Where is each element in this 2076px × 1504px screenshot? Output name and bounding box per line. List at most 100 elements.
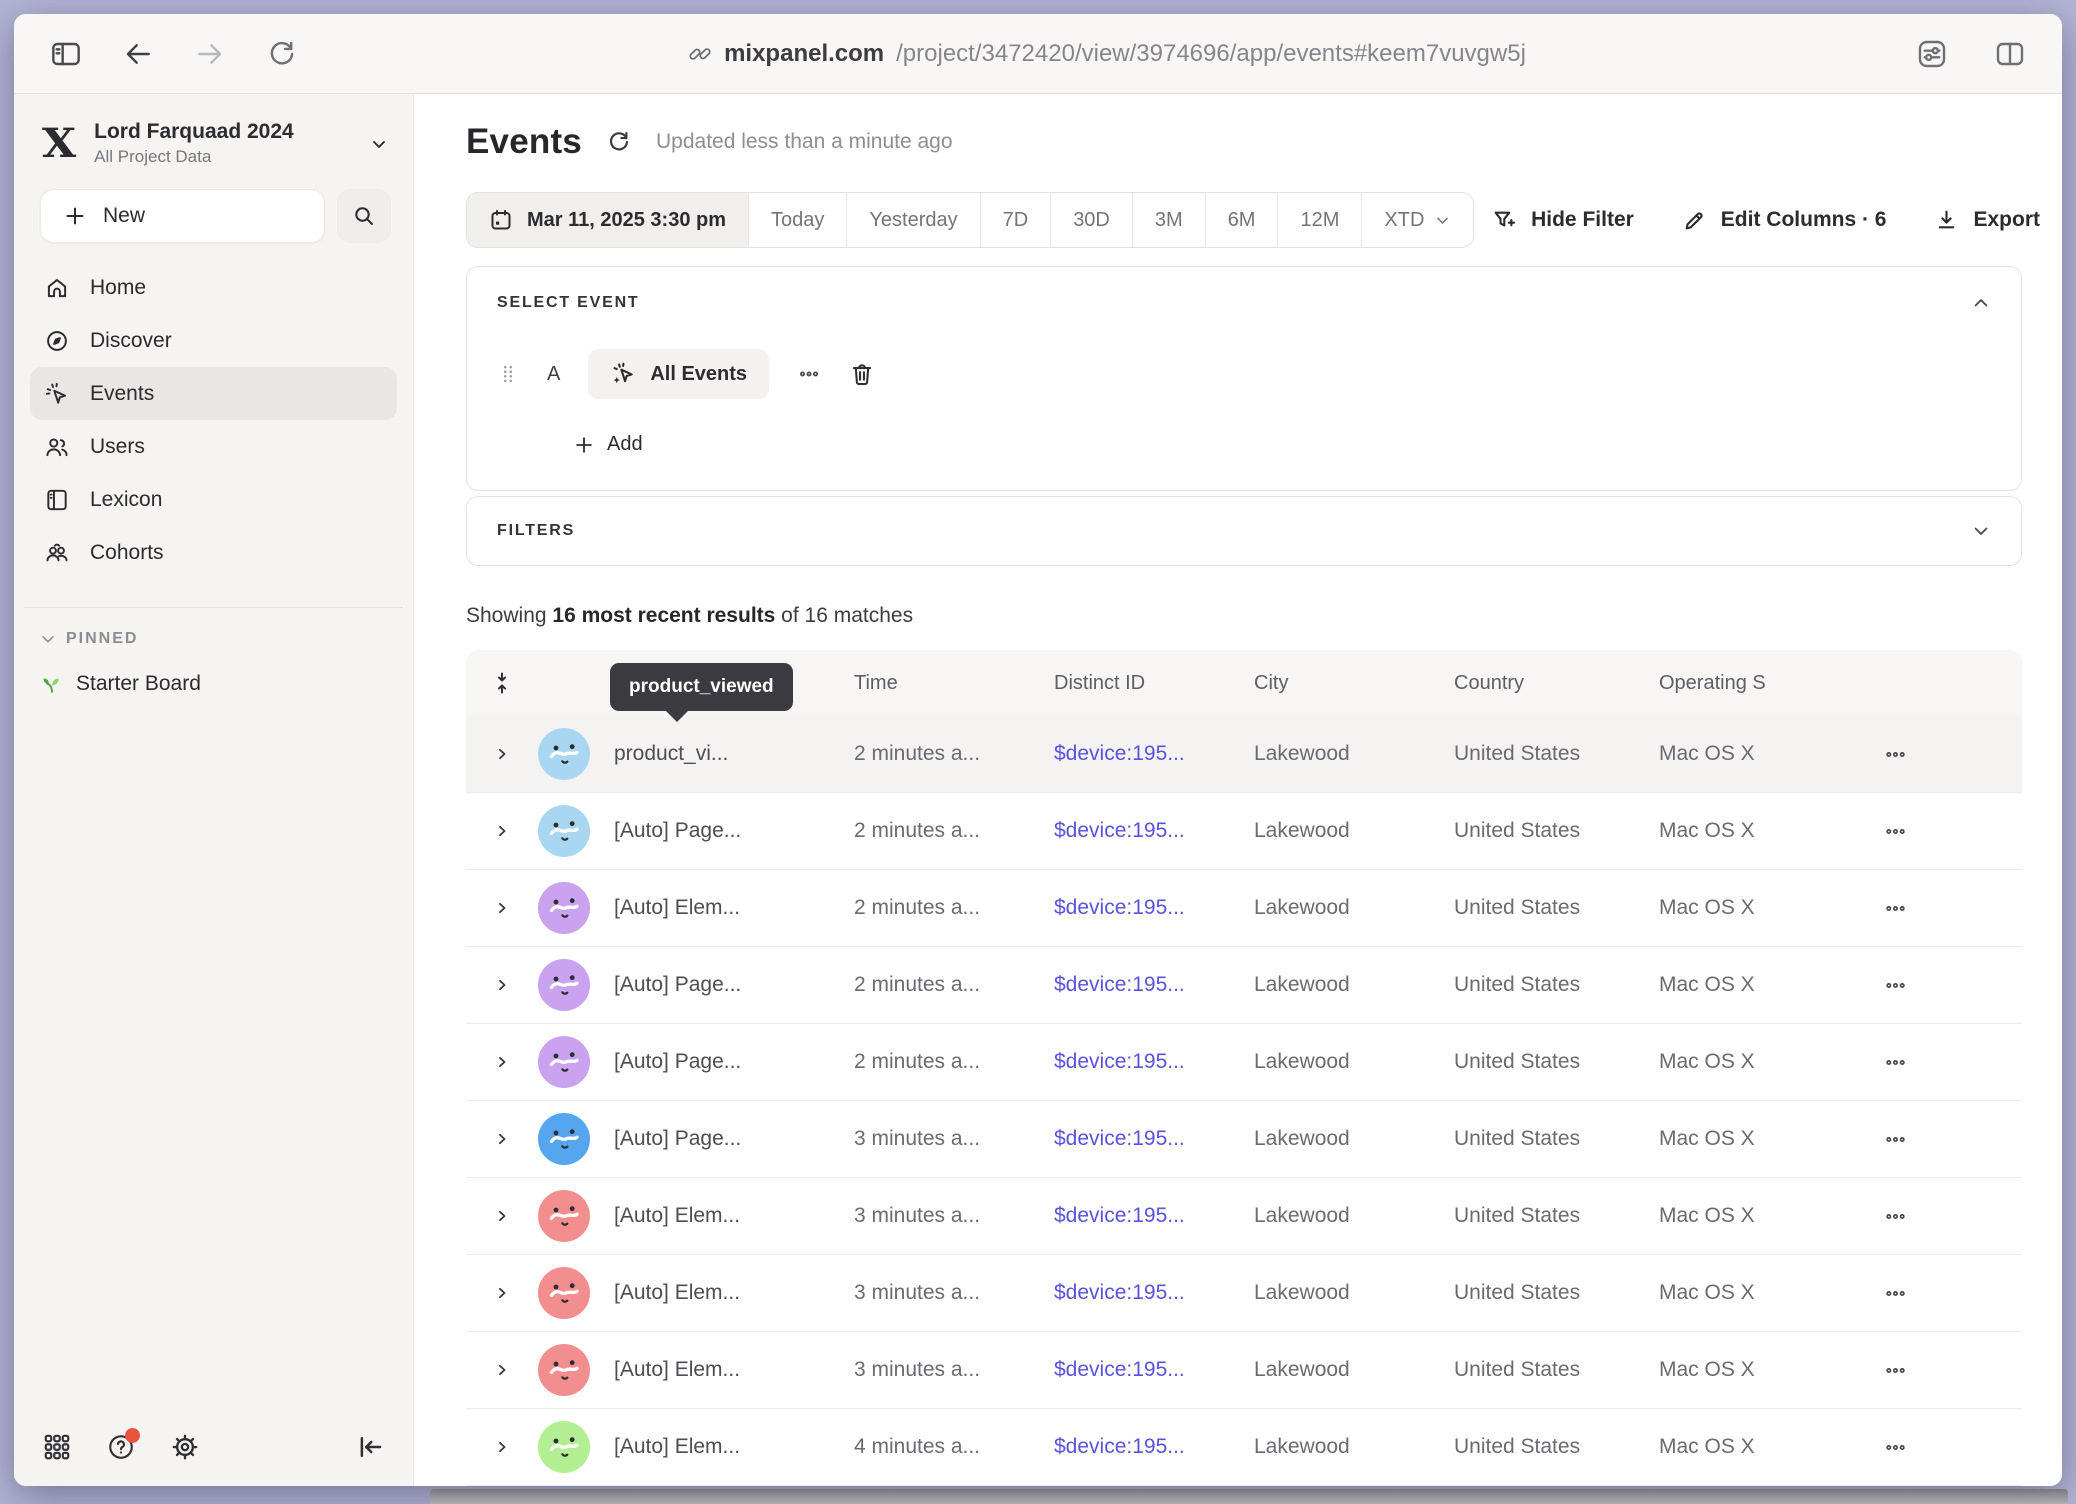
help-button[interactable]: [106, 1432, 136, 1462]
row-actions-button[interactable]: [1884, 1205, 1907, 1228]
distinct-id-link[interactable]: $device:195...: [1054, 1127, 1185, 1150]
event-avatar: [538, 805, 590, 857]
trash-icon[interactable]: [849, 361, 875, 387]
gear-icon[interactable]: [170, 1432, 200, 1462]
project-switcher[interactable]: X Lord Farquaad 2024 All Project Data: [14, 94, 413, 167]
expand-panel-chevron-down-icon[interactable]: [1971, 521, 1991, 541]
preset-6m[interactable]: 6M: [1205, 193, 1278, 247]
row-expand-chevron-icon[interactable]: [492, 975, 512, 995]
row-expand-chevron-icon[interactable]: [492, 821, 512, 841]
row-expand-chevron-icon[interactable]: [492, 1360, 512, 1380]
event-selector-pill[interactable]: All Events: [588, 349, 769, 399]
column-header-time[interactable]: Time: [854, 672, 1054, 695]
pinned-section-header[interactable]: PINNED: [40, 630, 413, 648]
browser-window: mixpanel.com/project/3472420/view/397469…: [14, 14, 2062, 1486]
sidebar-item-cohorts[interactable]: Cohorts: [30, 526, 397, 579]
drag-handle-icon[interactable]: [497, 363, 519, 385]
column-header-country[interactable]: Country: [1454, 672, 1659, 695]
search-button[interactable]: [337, 189, 391, 243]
city-value: Lakewood: [1254, 1358, 1350, 1381]
collapse-panel-chevron-up-icon[interactable]: [1971, 293, 1991, 313]
row-expand-chevron-icon[interactable]: [492, 744, 512, 764]
row-actions-button[interactable]: [1884, 1436, 1907, 1459]
date-picker-button[interactable]: Mar 11, 2025 3:30 pm: [467, 193, 748, 247]
export-label: Export: [1973, 208, 2040, 232]
row-actions-button[interactable]: [1884, 743, 1907, 766]
preset-xtd-dropdown[interactable]: XTD: [1361, 193, 1473, 247]
distinct-id-link[interactable]: $device:195...: [1054, 1281, 1185, 1304]
country-value: United States: [1454, 819, 1580, 842]
event-more-options-button[interactable]: [797, 362, 821, 386]
add-event-button[interactable]: Add: [573, 433, 1991, 456]
os-value: Mac OS X: [1659, 1204, 1755, 1227]
search-icon: [352, 204, 376, 228]
apps-grid-icon[interactable]: [42, 1432, 72, 1462]
distinct-id-link[interactable]: $device:195...: [1054, 973, 1185, 996]
row-expand-chevron-icon[interactable]: [492, 1052, 512, 1072]
collapse-sidebar-button[interactable]: [355, 1432, 385, 1462]
table-row: product_vi... 2 minutes a... $device:195…: [466, 716, 2022, 793]
sidebar-item-home[interactable]: Home: [30, 261, 397, 314]
reload-button[interactable]: [266, 38, 298, 70]
forward-button[interactable]: [194, 38, 226, 70]
os-value: Mac OS X: [1659, 742, 1755, 765]
browser-sidebar-toggle-button[interactable]: [50, 38, 82, 70]
table-row: [Auto] Elem... 2 minutes a... $device:19…: [466, 870, 2022, 947]
back-button[interactable]: [122, 38, 154, 70]
page-title: Events: [466, 122, 582, 162]
row-expand-chevron-icon[interactable]: [492, 1206, 512, 1226]
sidebar-item-starter-board[interactable]: Starter Board: [40, 672, 413, 696]
row-actions-button[interactable]: [1884, 1282, 1907, 1305]
distinct-id-link[interactable]: $device:195...: [1054, 742, 1185, 765]
country-value: United States: [1454, 973, 1580, 996]
sidebar-item-lexicon[interactable]: Lexicon: [30, 473, 397, 526]
chevron-down-icon: [40, 631, 56, 647]
row-actions-button[interactable]: [1884, 974, 1907, 997]
preset-7d[interactable]: 7D: [980, 193, 1051, 247]
row-expand-chevron-icon[interactable]: [492, 898, 512, 918]
preset-today[interactable]: Today: [748, 193, 846, 247]
distinct-id-link[interactable]: $device:195...: [1054, 896, 1185, 919]
preset-yesterday[interactable]: Yesterday: [846, 193, 979, 247]
events-table: Time Distinct ID City Country Operating …: [466, 650, 2022, 1486]
event-time: 3 minutes a...: [854, 1204, 980, 1227]
browser-toolbar: mixpanel.com/project/3472420/view/397469…: [14, 14, 2062, 94]
refresh-icon[interactable]: [606, 129, 632, 155]
collapse-all-rows-icon[interactable]: [490, 671, 514, 695]
column-header-distinct-id[interactable]: Distinct ID: [1054, 672, 1254, 695]
preset-30d[interactable]: 30D: [1050, 193, 1132, 247]
distinct-id-link[interactable]: $device:195...: [1054, 819, 1185, 842]
row-actions-button[interactable]: [1884, 897, 1907, 920]
chevron-down-icon: [1434, 212, 1451, 229]
plus-icon: [573, 434, 595, 456]
address-bar[interactable]: mixpanel.com/project/3472420/view/397469…: [298, 40, 1916, 68]
sidebar-item-events[interactable]: Events: [30, 367, 397, 420]
row-expand-chevron-icon[interactable]: [492, 1437, 512, 1457]
city-value: Lakewood: [1254, 1435, 1350, 1458]
event-name: [Auto] Elem...: [614, 1204, 740, 1227]
split-view-button[interactable]: [1994, 38, 2026, 70]
distinct-id-link[interactable]: $device:195...: [1054, 1435, 1185, 1458]
preset-3m[interactable]: 3M: [1132, 193, 1205, 247]
hide-filter-button[interactable]: Hide Filter: [1492, 208, 1634, 233]
preset-12m[interactable]: 12M: [1277, 193, 1361, 247]
new-button[interactable]: New: [40, 189, 325, 243]
column-header-os[interactable]: Operating S: [1659, 672, 1884, 695]
row-actions-button[interactable]: [1884, 1051, 1907, 1074]
row-expand-chevron-icon[interactable]: [492, 1129, 512, 1149]
distinct-id-link[interactable]: $device:195...: [1054, 1204, 1185, 1227]
edit-columns-button[interactable]: Edit Columns · 6: [1682, 208, 1887, 233]
column-header-city[interactable]: City: [1254, 672, 1454, 695]
sidebar-item-discover[interactable]: Discover: [30, 314, 397, 367]
row-actions-button[interactable]: [1884, 1128, 1907, 1151]
export-button[interactable]: Export: [1934, 208, 2040, 233]
country-value: United States: [1454, 1358, 1580, 1381]
distinct-id-link[interactable]: $device:195...: [1054, 1358, 1185, 1381]
row-actions-button[interactable]: [1884, 820, 1907, 843]
distinct-id-link[interactable]: $device:195...: [1054, 1050, 1185, 1073]
page-settings-button[interactable]: [1916, 38, 1948, 70]
city-value: Lakewood: [1254, 742, 1350, 765]
row-expand-chevron-icon[interactable]: [492, 1283, 512, 1303]
row-actions-button[interactable]: [1884, 1359, 1907, 1382]
sidebar-item-users[interactable]: Users: [30, 420, 397, 473]
